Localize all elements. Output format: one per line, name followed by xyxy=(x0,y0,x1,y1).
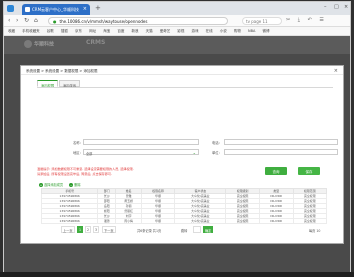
search-button[interactable]: 查询 xyxy=(265,167,287,175)
search-text: tv page 11 xyxy=(246,19,268,24)
app-logo-text: 华顺科技 xyxy=(34,41,55,48)
next-page-button[interactable]: 下一页 xyxy=(102,226,116,233)
bookmark-item[interactable]: 百度 xyxy=(117,29,124,33)
tab-bar: CRM云客户中心_华顺科技 × + – □ × xyxy=(4,2,350,15)
action-links: + 选择添加成员 − 删除 xyxy=(39,182,81,187)
table-cell: 13974596866 xyxy=(40,218,99,224)
name-label: 名称: xyxy=(73,141,81,145)
bookmark-item[interactable]: NBA xyxy=(248,29,255,33)
browser-search-input[interactable]: tv page 11 xyxy=(242,17,282,25)
bookmark-item[interactable]: 新浪 xyxy=(132,29,139,33)
browser-window: CRM云客户中心_华顺科技 × + – □ × ‹ › ↻ ⌂ ● the.100… xyxy=(3,1,351,273)
bookmark-item[interactable]: 微博 xyxy=(263,29,270,33)
lock-icon: ● xyxy=(53,19,57,24)
per-page-select[interactable]: 每页 10 xyxy=(309,228,320,233)
breadcrumb: 系统设置 > 系统设置 > 数据权限 > 添加权限 xyxy=(26,69,98,73)
permission-dialog: 系统设置 > 系统设置 > 数据权限 > 添加权限 × 添加权限 添加关系 名称… xyxy=(20,65,344,244)
page-button[interactable]: 2 xyxy=(85,226,92,233)
notice-line: 请添加后, 所有权限设置完毕后, 同意后, 点击保存即可. xyxy=(37,171,112,176)
tab-close-icon[interactable]: × xyxy=(83,6,87,12)
address-bar: ‹ › ↻ ⌂ ● the.10086.cn/v/mmsh/waytouse/op… xyxy=(4,15,350,27)
region-value: 全部 xyxy=(86,152,93,156)
app-logo: 华顺科技 xyxy=(24,40,84,50)
table-cell: DILIVRD xyxy=(258,218,294,224)
page-button[interactable]: 1 xyxy=(77,226,84,233)
table-row[interactable]: 13974596866 湘潭 周小梅 华顺 大众化/完美业 完全权限 DILIVRD 完全权限 xyxy=(40,218,328,224)
page-content: 华顺科技 CRMS 系统设置 > 系统设置 > 数据权限 > 添加权限 × 添加… xyxy=(4,36,350,273)
bookmark-item[interactable]: 搜狐 xyxy=(61,29,68,33)
logo-mark-icon xyxy=(24,40,32,48)
table-cell: 完全权限 xyxy=(225,218,260,224)
app-header: 华顺科技 CRMS xyxy=(4,36,350,54)
bookmark-item[interactable]: 天猫 xyxy=(146,29,153,33)
goto-page-input[interactable] xyxy=(193,226,201,233)
tab-title: CRM云客户中心_华顺科技 xyxy=(32,7,80,12)
bookmark-item[interactable]: 小说 xyxy=(220,29,227,33)
bookmark-item[interactable]: 游戏 xyxy=(192,29,199,33)
bookmark-item[interactable]: 收藏 xyxy=(8,29,15,33)
refresh-icon[interactable]: ↻ xyxy=(24,17,29,24)
maximize-icon[interactable]: □ xyxy=(334,4,339,10)
browser-tab[interactable]: CRM云客户中心_华顺科技 × xyxy=(22,4,90,15)
add-member-link[interactable]: 选择添加成员 xyxy=(44,183,63,187)
url-field[interactable]: ● the.10086.cn/v/mmsh/waytouse/opennodes xyxy=(48,17,228,25)
pagination: 上一页 1 2 3 下一页 共6条记录 共1页 跳转 确定 每页 10 xyxy=(61,226,341,234)
bookmark-item[interactable]: 购物 xyxy=(234,29,241,33)
dialog-close-icon[interactable]: × xyxy=(334,68,338,74)
tab-add-permission[interactable]: 添加权限 xyxy=(37,80,59,88)
back-icon[interactable]: ‹ xyxy=(8,17,10,24)
region-label: 地区: xyxy=(73,151,81,155)
url-text: the.10086.cn/v/mmsh/waytouse/opennodes xyxy=(59,19,148,24)
toolbar-icons[interactable]: ✂ ⤓ ↶ ☰ xyxy=(286,17,327,23)
bookmark-item[interactable]: 谷歌 xyxy=(47,29,54,33)
goto-confirm-button[interactable]: 确定 xyxy=(203,226,214,233)
minimize-icon[interactable]: – xyxy=(324,4,327,10)
add-icon: + xyxy=(39,183,43,187)
taskbar xyxy=(0,272,354,277)
bookmark-item[interactable]: 网址 xyxy=(89,29,96,33)
region-select[interactable]: 全部 ⌄ xyxy=(83,149,199,156)
phone-input[interactable] xyxy=(224,139,338,145)
save-button[interactable]: 保存 xyxy=(298,167,320,175)
tab-divider xyxy=(37,87,333,88)
table-cell: 周小梅 xyxy=(115,218,142,224)
bookmark-item[interactable]: 京东 xyxy=(75,29,82,33)
bookmark-item[interactable]: 在线 xyxy=(206,29,213,33)
record-count: 共6条记录 共1页 xyxy=(137,229,162,233)
new-tab-icon[interactable]: + xyxy=(95,4,101,12)
table-cell: 湘潭 xyxy=(97,218,117,224)
bookmark-item[interactable]: 爱奇艺 xyxy=(160,29,171,33)
name-input[interactable] xyxy=(83,139,199,145)
tab-add-relation[interactable]: 添加关系 xyxy=(59,80,81,88)
chevron-down-icon: ⌄ xyxy=(192,150,196,155)
bookmark-item[interactable]: 淘宝 xyxy=(103,29,110,33)
bookmark-item[interactable]: 手机收藏夹 xyxy=(22,29,40,33)
home-icon[interactable]: ⌂ xyxy=(34,17,38,24)
bookmarks-bar: 收藏 手机收藏夹 谷歌 搜狐 京东 网址 淘宝 百度 新浪 天猫 爱奇艺 影视 … xyxy=(4,27,350,36)
goto-label: 跳转 xyxy=(181,229,188,233)
phone-label: 电话: xyxy=(212,141,220,145)
page-button[interactable]: 3 xyxy=(93,226,100,233)
app-cloud-logo: CRMS xyxy=(86,39,106,46)
table-cell: 大众化/完美业 xyxy=(174,218,227,224)
prev-page-button[interactable]: 上一页 xyxy=(61,226,75,233)
company-input[interactable] xyxy=(224,149,338,155)
forward-icon[interactable]: › xyxy=(16,17,18,24)
remove-link[interactable]: 删除 xyxy=(74,183,80,187)
table-cell: 完全权限 xyxy=(292,218,328,224)
delete-icon: − xyxy=(69,183,74,187)
notice-text: 温馨提示: 添加数据权限不可重复. 选择设定需要权限的人员, 选择权限. 请添加… xyxy=(37,167,207,176)
browser-logo-icon xyxy=(7,5,14,12)
table-cell: 华顺 xyxy=(140,218,176,224)
permission-table: 手机号 部门 姓名 权限名称 客户状态 权限级别 类型 权限范围 1397459… xyxy=(40,188,328,224)
dialog-header: 系统设置 > 系统设置 > 数据权限 > 添加权限 × xyxy=(21,66,343,75)
close-window-icon[interactable]: × xyxy=(344,4,348,10)
bookmark-item[interactable]: 影视 xyxy=(177,29,184,33)
company-label: 单位: xyxy=(212,151,220,155)
tab-favicon-icon xyxy=(25,7,30,12)
